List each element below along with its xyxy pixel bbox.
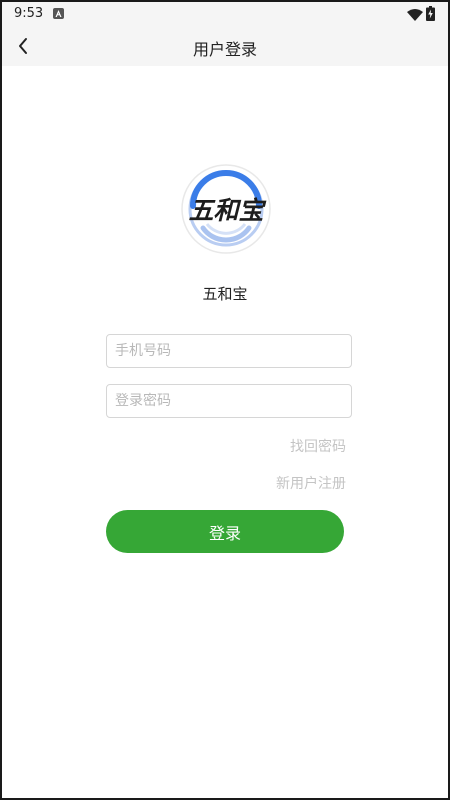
forgot-password-link[interactable]: 找回密码 — [290, 436, 346, 456]
a-notification-icon — [53, 8, 64, 19]
phone-number-input[interactable] — [106, 334, 352, 368]
status-time: 9:53 — [14, 6, 44, 21]
app-logo: 五和宝 — [181, 164, 271, 254]
register-link[interactable]: 新用户注册 — [276, 473, 346, 493]
wifi-icon — [407, 7, 423, 26]
app-header: 用户登录 — [2, 26, 448, 66]
logo-text: 五和宝 — [188, 196, 266, 225]
password-input[interactable] — [106, 384, 352, 418]
page-title: 用户登录 — [192, 40, 257, 59]
battery-charging-icon — [426, 6, 435, 21]
login-screen: 9:53 用户登录 五和宝 五和宝 手机号码 找回密码 新用户注册 登录 — [0, 0, 450, 800]
app-name: 五和宝 — [202, 285, 248, 303]
status-bar: 9:53 — [2, 2, 448, 26]
login-button[interactable]: 登录 — [106, 510, 344, 553]
